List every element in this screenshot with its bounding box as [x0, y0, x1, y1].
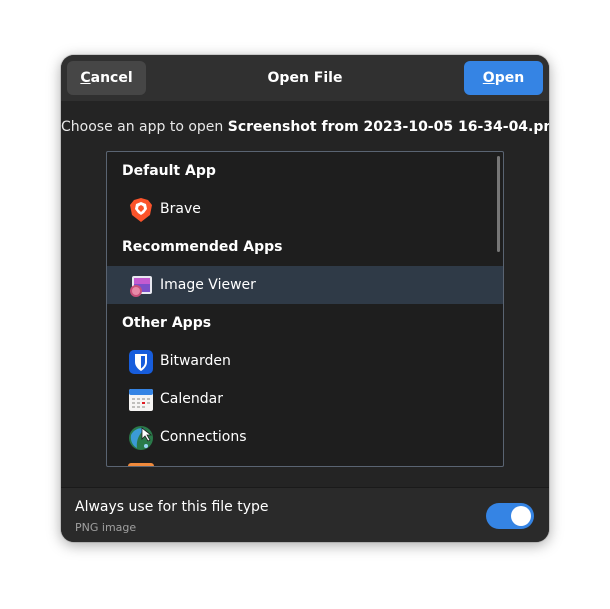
- always-use-label: Always use for this file type: [75, 499, 269, 515]
- section-other-apps: Other Apps: [122, 315, 212, 331]
- image-viewer-icon: [130, 276, 152, 297]
- file-type-label: PNG image: [75, 521, 137, 534]
- app-row-image-viewer[interactable]: Image Viewer: [107, 266, 503, 304]
- partial-app-icon: [128, 463, 154, 466]
- calendar-icon: [129, 389, 153, 411]
- footer-row: Always use for this file type PNG image: [61, 487, 549, 542]
- app-row-partial[interactable]: [107, 456, 503, 466]
- app-row-calendar[interactable]: Calendar: [107, 380, 503, 418]
- section-default-app: Default App: [122, 163, 216, 179]
- connections-icon: [129, 426, 153, 450]
- file-name: Screenshot from 2023-10-05 16-34-04.png: [227, 119, 549, 135]
- app-label: Brave: [160, 201, 201, 217]
- header-bar: Open File Cancel Open: [61, 55, 549, 101]
- app-label: Calendar: [160, 391, 223, 407]
- app-row-connections[interactable]: Connections: [107, 418, 503, 456]
- prompt-text: Choose an app to open Screenshot from 20…: [61, 119, 549, 135]
- bitwarden-icon: [129, 350, 153, 374]
- toggle-knob: [511, 506, 531, 526]
- open-file-dialog: Open File Cancel Open Choose an app to o…: [61, 55, 549, 542]
- app-row-bitwarden[interactable]: Bitwarden: [107, 342, 503, 380]
- section-recommended-apps: Recommended Apps: [122, 239, 283, 255]
- app-list[interactable]: Default App Brave Recommended Apps Image…: [106, 151, 504, 467]
- app-label: Image Viewer: [160, 277, 256, 293]
- open-button[interactable]: Open: [464, 61, 543, 95]
- app-label: Bitwarden: [160, 353, 231, 369]
- app-row-brave[interactable]: Brave: [107, 190, 503, 228]
- brave-icon: [130, 198, 152, 222]
- prompt-prefix: Choose an app to open: [61, 119, 228, 135]
- app-label: Connections: [160, 429, 247, 445]
- always-use-toggle[interactable]: [486, 503, 534, 529]
- cancel-button[interactable]: Cancel: [67, 61, 146, 95]
